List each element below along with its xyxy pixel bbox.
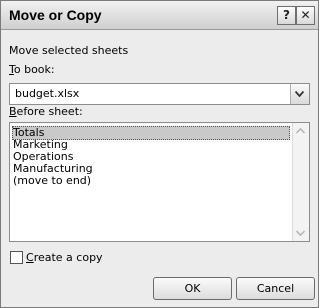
- scroll-down-icon[interactable]: [296, 230, 305, 236]
- cancel-button[interactable]: Cancel: [236, 277, 315, 300]
- create-copy-label[interactable]: Create a copy: [26, 251, 103, 264]
- dialog-title: Move or Copy: [9, 7, 102, 23]
- chevron-down-icon: [295, 91, 304, 97]
- before-sheet-label: Before sheet:: [9, 105, 83, 118]
- help-button[interactable]: ?: [277, 6, 296, 25]
- to-book-value: budget.xlsx: [15, 87, 80, 100]
- ok-button[interactable]: OK: [153, 277, 232, 300]
- scroll-up-icon[interactable]: [296, 128, 305, 134]
- before-sheet-mnemonic: B: [9, 105, 17, 118]
- close-button[interactable]: ✕: [296, 6, 315, 25]
- to-book-label: To book:: [9, 63, 55, 76]
- title-bar: Move or Copy ? ✕: [1, 1, 318, 30]
- list-scrollbar[interactable]: [292, 123, 309, 241]
- to-book-label-rest: o book:: [13, 63, 55, 76]
- to-book-dropdown[interactable]: budget.xlsx: [9, 83, 310, 105]
- list-item-move-to-end[interactable]: (move to end): [13, 175, 91, 187]
- create-copy-checkbox[interactable]: [10, 251, 23, 264]
- move-selected-sheets-label: Move selected sheets: [9, 44, 129, 57]
- create-copy-label-rest: reate a copy: [33, 251, 103, 264]
- create-copy-mnemonic: C: [26, 251, 34, 264]
- before-sheet-list[interactable]: Totals Marketing Operations Manufacturin…: [9, 122, 310, 242]
- dropdown-arrow-button[interactable]: [290, 84, 309, 104]
- move-or-copy-dialog: Move or Copy ? ✕ Move selected sheets To…: [0, 0, 319, 308]
- before-sheet-label-rest: efore sheet:: [16, 105, 83, 118]
